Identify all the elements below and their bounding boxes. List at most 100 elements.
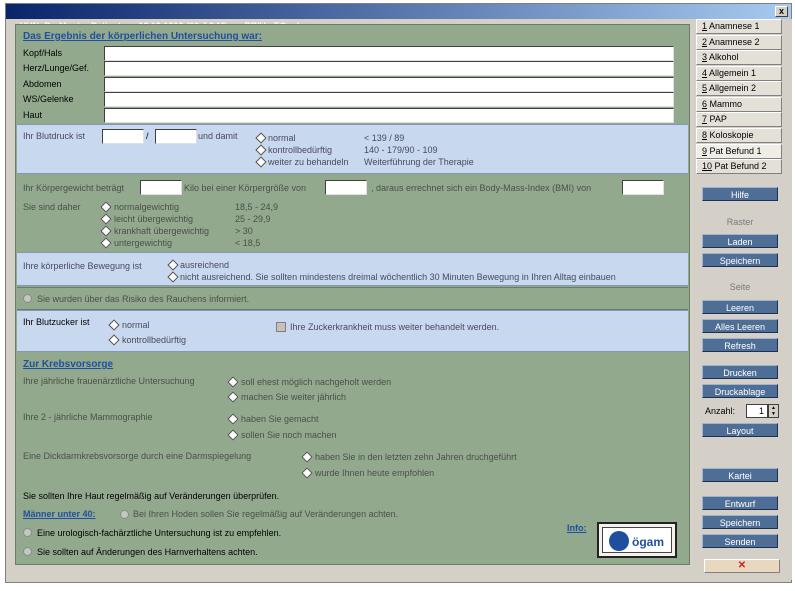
bp-diastolic-input[interactable]: [155, 129, 197, 144]
tab-pat-befund-2[interactable]: 10 Pat Befund 2: [696, 159, 782, 174]
exam-label-ws: WS/Gelenke: [23, 94, 74, 104]
title-bar: VUN: Dr. Muster Patient 12.12.1912 (96 J…: [6, 4, 791, 31]
bp-option-normal-label: normal: [268, 133, 296, 143]
bp-systolic-input[interactable]: [102, 129, 144, 144]
uro-radio[interactable]: [23, 528, 32, 537]
smoking-info-label: Sie wurden über das Risiko des Rauchens …: [37, 294, 250, 304]
exam-input-abdomen[interactable]: [104, 77, 674, 92]
bmi-status-label: Sie sind daher: [23, 202, 81, 212]
urine-radio[interactable]: [23, 547, 32, 556]
info-link[interactable]: Info:: [567, 523, 587, 534]
uro-note: Eine urologisch-fachärztliche Untersuchu…: [37, 528, 282, 538]
tab-anamnese-2[interactable]: 2 Anamnese 2: [696, 35, 782, 50]
app-window: VUN: Dr. Muster Patient 12.12.1912 (96 J…: [5, 3, 792, 583]
clear-button[interactable]: Leeren: [702, 300, 778, 314]
form-panel: Das Ergebnis der körperlichen Untersuchu…: [15, 24, 690, 565]
bmi-underweight-radio[interactable]: [100, 237, 112, 249]
bmi-weight-input[interactable]: [140, 180, 182, 195]
bmi-overweight-label: leicht übergewichtig: [114, 214, 194, 224]
close-button[interactable]: x: [775, 6, 788, 17]
colon-done-label: haben Sie in den letzten zehn Jahren dru…: [315, 452, 517, 462]
colon-done-radio[interactable]: [301, 451, 313, 463]
sugar-label: Ihr Blutzucker ist: [23, 317, 90, 327]
exam-input-kopf[interactable]: [104, 46, 674, 61]
print-button[interactable]: Drucken: [702, 365, 778, 379]
exam-label-kopf: Kopf/Hals: [23, 48, 63, 58]
gyn-overdue-label: soll ehest möglich nachgeholt werden: [241, 377, 392, 387]
bp-option-treat-range: Weiterführung der Therapie: [364, 157, 474, 167]
men-header: Männer unter 40:: [23, 509, 96, 519]
men-testes-radio[interactable]: [120, 510, 129, 519]
smoking-info-radio[interactable]: [23, 294, 32, 303]
exam-label-haut: Haut: [23, 110, 43, 120]
diabetes-note: Ihre Zuckerkrankheit muss weiter behande…: [290, 322, 500, 332]
mammo-done-radio[interactable]: [227, 413, 239, 425]
count-label: Anzahl:: [705, 406, 736, 416]
bmi-underweight-label: untergewichtig: [114, 238, 173, 248]
colon-recommended-radio[interactable]: [301, 467, 313, 479]
raster-label: Raster: [726, 217, 754, 227]
colon-label: Eine Dickdarmkrebsvorsorge durch eine Da…: [23, 451, 252, 461]
exam-label-herz: Herz/Lunge/Gef.: [23, 63, 90, 73]
bp-option-control-label: kontrollbedürftig: [268, 145, 333, 155]
exam-header: Das Ergebnis der körperlichen Untersuchu…: [23, 31, 262, 42]
tab-anamnese-1[interactable]: 1 Anamnese 1: [696, 19, 782, 34]
help-button[interactable]: Hilfe: [702, 187, 778, 201]
bmi-result-label: , daraus errechnet sich ein Body-Mass-In…: [371, 183, 592, 193]
bmi-obese-label: krankhaft übergewichtig: [114, 226, 210, 236]
sugar-control-label: kontrollbedürftig: [122, 335, 187, 345]
count-input[interactable]: 1: [746, 404, 768, 418]
exam-input-herz[interactable]: [104, 61, 674, 76]
bmi-normal-radio[interactable]: [100, 201, 112, 213]
bmi-overweight-range: 25 - 29,9: [235, 214, 271, 224]
tab-pap[interactable]: 7 PAP: [696, 112, 782, 127]
bmi-height-input[interactable]: [325, 180, 367, 195]
bp-suffix: und damit: [198, 131, 238, 141]
count-spinner[interactable]: ▲ ▼: [768, 404, 779, 418]
tab-pat-befund-1[interactable]: 9 Pat Befund 1: [696, 144, 782, 159]
tab-allgemein-2[interactable]: 5 Allgemein 2: [696, 81, 782, 96]
oegam-logo[interactable]: ögam: [597, 522, 677, 558]
tab-koloskopie[interactable]: 8 Koloskopie: [696, 128, 782, 143]
bmi-result-input[interactable]: [622, 180, 664, 195]
mammo-done-label: haben Sie gemacht: [241, 414, 319, 424]
bmi-normal-range: 18,5 - 24,9: [235, 202, 279, 212]
skin-note: Sie sollten Ihre Haut regelmäßig auf Ver…: [23, 491, 280, 501]
print-tray-button[interactable]: Druckablage: [702, 384, 778, 398]
exam-input-ws[interactable]: [104, 92, 674, 107]
activity-label: Ihre körperliche Bewegung ist: [23, 261, 142, 271]
cancel-button[interactable]: ✕: [704, 559, 780, 573]
gyn-overdue-radio[interactable]: [227, 376, 239, 388]
layout-button[interactable]: Layout: [702, 423, 778, 437]
tab-mammo[interactable]: 6 Mammo: [696, 97, 782, 112]
gyn-continue-radio[interactable]: [227, 391, 239, 403]
bp-option-control-range: 140 - 179/90 - 109: [364, 145, 438, 155]
save-button[interactable]: Speichern: [702, 515, 778, 529]
card-index-button[interactable]: Kartei: [702, 468, 778, 482]
mammo-todo-radio[interactable]: [227, 429, 239, 441]
draft-button[interactable]: Entwurf: [702, 496, 778, 510]
bmi-underweight-range: < 18,5: [235, 238, 261, 248]
clear-all-button[interactable]: Alles Leeren: [702, 319, 778, 333]
exam-input-haut[interactable]: [104, 108, 674, 123]
activity-insufficient-label: nicht ausreichend. Sie sollten mindesten…: [180, 272, 616, 282]
colon-recommended-label: wurde Ihnen heute empfohlen: [315, 468, 435, 478]
save-raster-button[interactable]: Speichern: [702, 253, 778, 267]
send-button[interactable]: Senden: [702, 534, 778, 548]
cancer-header: Zur Krebsvorsorge: [23, 359, 114, 370]
urine-note: Sie sollten auf Änderungen des Harnverha…: [37, 547, 258, 557]
diabetes-checkbox[interactable]: [276, 322, 286, 332]
gyn-label: Ihre jährliche frauenärztliche Untersuch…: [23, 376, 195, 386]
mammo-todo-label: sollen Sie noch machen: [241, 430, 337, 440]
tab-alkohol[interactable]: 3 Alkohol: [696, 50, 782, 65]
bmi-obese-radio[interactable]: [100, 225, 112, 237]
refresh-button[interactable]: Refresh: [702, 338, 778, 352]
bmi-normal-label: normalgewichtig: [114, 202, 180, 212]
tab-allgemein-1[interactable]: 4 Allgemein 1: [696, 66, 782, 81]
bmi-overweight-radio[interactable]: [100, 213, 112, 225]
bp-separator: /: [146, 131, 149, 141]
activity-sufficient-label: ausreichend: [180, 260, 230, 270]
load-button[interactable]: Laden: [702, 234, 778, 248]
oegam-logo-text: ögam: [632, 535, 665, 549]
bp-option-treat-label: weiter zu behandeln: [268, 157, 349, 167]
